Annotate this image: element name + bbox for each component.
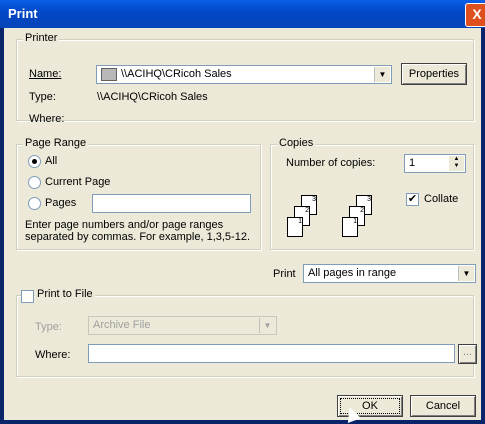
file-type-value: Archive File: [93, 319, 151, 331]
ok-label: OK: [362, 400, 378, 412]
all-pages-label: All: [45, 155, 58, 167]
collate-checkbox[interactable]: ✔: [406, 193, 419, 206]
page-range-group-label: Page Range: [23, 137, 89, 149]
cancel-button[interactable]: Cancel: [410, 395, 476, 417]
copies-group-label: Copies: [277, 137, 316, 149]
printer-type-label: Type:: [29, 91, 56, 103]
file-where-label: Where:: [35, 349, 71, 361]
chevron-down-icon[interactable]: ▼: [259, 318, 275, 333]
printer-name-select[interactable]: \\ACIHQ\CRicoh Sales ▼: [96, 65, 392, 84]
chevron-down-icon[interactable]: ▼: [458, 266, 474, 281]
printer-where-label: Where:: [29, 113, 65, 125]
print-to-file-checkbox[interactable]: [21, 290, 34, 303]
pages-input[interactable]: [92, 194, 251, 213]
collate-page-1b: 1: [342, 217, 358, 237]
printer-icon: [101, 68, 117, 81]
printer-group-label: Printer: [23, 32, 60, 44]
properties-button[interactable]: Properties: [401, 63, 467, 85]
chevron-down-icon[interactable]: ▼: [374, 67, 390, 82]
page-range-hint: Enter page numbers and/or page ranges se…: [25, 219, 250, 243]
print-to-file-label: Print to File: [35, 288, 95, 300]
number-of-copies-label: Number of copies:: [286, 157, 376, 169]
current-page-label: Current Page: [45, 176, 111, 188]
print-to-file-group: Print to File: [16, 288, 474, 377]
copies-value: 1: [409, 157, 416, 169]
printer-name-value: \\ACIHQ\CRicoh Sales: [121, 68, 232, 80]
file-type-select[interactable]: Archive File ▼: [88, 316, 277, 335]
spinner-arrows-icon[interactable]: ▲ ▼: [449, 156, 464, 171]
dialog-body: Printer Name: \\ACIHQ\CRicoh Sales ▼ Pro…: [4, 28, 481, 423]
print-range-select[interactable]: All pages in range ▼: [303, 264, 476, 283]
print-dialog: Print X Printer Name: \\ACIHQ\CRicoh Sal…: [0, 0, 485, 424]
pages-radio[interactable]: [28, 197, 41, 210]
collate-page-1a: 1: [287, 217, 303, 237]
current-page-radio[interactable]: [28, 176, 41, 189]
pages-label: Pages: [45, 197, 77, 209]
print-label: Print: [273, 268, 296, 280]
printer-name-label: Name:: [29, 68, 62, 80]
print-range-value: All pages in range: [308, 267, 397, 279]
all-pages-radio[interactable]: [28, 155, 41, 168]
browse-button[interactable]: ...: [458, 344, 477, 364]
copies-spinner[interactable]: 1 ▲ ▼: [404, 154, 466, 173]
collate-label: Collate: [424, 193, 459, 205]
title-bar[interactable]: Print X: [0, 0, 485, 28]
file-type-label: Type:: [35, 321, 62, 333]
close-button[interactable]: X: [465, 3, 485, 27]
printer-type-value: \\ACIHQ\CRicoh Sales: [97, 91, 208, 103]
file-where-input[interactable]: [88, 344, 455, 363]
dialog-title: Print: [8, 6, 38, 21]
